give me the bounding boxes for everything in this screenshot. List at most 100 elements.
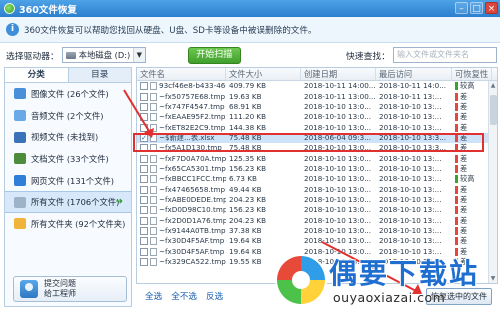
table-row[interactable]: ~fx9144A0TB.tmp 37.38 KB 2018-10-10 13:0..… bbox=[137, 226, 497, 236]
file-name: ~fx65CA5301.tmp bbox=[159, 163, 226, 173]
column-header[interactable]: 可恢复性 bbox=[452, 68, 492, 80]
file-name-cell: ~fxABE0DEDE.tmp bbox=[137, 195, 226, 205]
created-date: 2018-10-10 13:0... bbox=[304, 246, 372, 256]
recoverability-label: 差 bbox=[460, 112, 468, 122]
last-access: 2018-10-10 13:... bbox=[379, 257, 442, 267]
scroll-up-icon[interactable]: ▲ bbox=[489, 81, 497, 90]
file-icon bbox=[150, 237, 157, 246]
start-scan-button[interactable]: 开始扫描 bbox=[187, 46, 241, 64]
file-name-cell: ✓ ~$新建...表.xlsx bbox=[137, 133, 226, 143]
table-row[interactable]: ~fx30D4F5AF.tmp 19.64 KB 2018-10-10 13:0..… bbox=[137, 236, 497, 246]
sidebar-item-category[interactable]: 音频文件 (2个文件) bbox=[5, 105, 131, 127]
row-checkbox[interactable] bbox=[140, 164, 148, 173]
sidebar-item-category[interactable]: 图像文件 (26个文件) bbox=[5, 83, 131, 105]
maximize-button[interactable]: □ bbox=[470, 2, 483, 14]
column-header[interactable]: 文件大小 bbox=[226, 68, 301, 80]
table-row[interactable]: ~fx30D4F5AF.tmp 19.64 KB 2018-10-10 13:0..… bbox=[137, 247, 497, 257]
tab-category[interactable]: 分类 bbox=[5, 68, 69, 82]
row-checkbox[interactable] bbox=[140, 123, 148, 132]
sidebar-item-category[interactable]: 所有文件 (1706个文件) ➜ bbox=[5, 191, 131, 214]
tab-directory[interactable]: 目录 bbox=[68, 68, 131, 82]
file-table: 文件名文件大小创建日期最后访问可恢复性 93cf46e8-b433-4605..… bbox=[136, 67, 498, 284]
vertical-scrollbar[interactable]: ▲ ▼ bbox=[488, 81, 497, 283]
file-size: 49.44 KB bbox=[229, 184, 262, 194]
table-row[interactable]: ~fxEAAE95F2.tmp 111.20 KB 2018-10-10 13:0.… bbox=[137, 112, 497, 122]
row-checkbox[interactable] bbox=[140, 144, 148, 153]
sidebar-item-category[interactable]: 文档文件 (33个文件) bbox=[5, 148, 131, 170]
recover-selected-button[interactable]: 恢复选中的文件 bbox=[426, 288, 492, 305]
last-access: 2018-10-11 13:... bbox=[379, 91, 442, 101]
file-size: 6.73 KB bbox=[229, 174, 257, 184]
recoverability-bar bbox=[455, 216, 458, 225]
row-checkbox[interactable] bbox=[140, 113, 148, 122]
sidebar-item-category[interactable]: 视频文件 (未找到) bbox=[5, 126, 131, 148]
last-access: 2018-10-10 13:... bbox=[379, 122, 442, 132]
invert-selection-link[interactable]: 反选 bbox=[206, 290, 223, 302]
sidebar-item-category[interactable]: 所有文件夹 (92个文件夹) bbox=[5, 213, 131, 235]
row-checkbox[interactable] bbox=[140, 102, 148, 111]
quick-search-input[interactable]: 输入文件或文件夹名 bbox=[393, 47, 497, 63]
recoverability-bar bbox=[455, 102, 458, 111]
feedback-button[interactable]: 提交问题 给工程师 bbox=[13, 276, 127, 302]
column-header[interactable]: 创建日期 bbox=[301, 68, 376, 80]
row-checkbox[interactable] bbox=[140, 92, 148, 101]
row-checkbox[interactable] bbox=[140, 237, 148, 246]
close-button[interactable]: × bbox=[485, 2, 498, 14]
recoverability-label: 差 bbox=[460, 163, 468, 173]
table-row[interactable]: ~fxBBCC1FCC.tmp 6.73 KB 2018-10-10 13:0...… bbox=[137, 174, 497, 184]
row-checkbox[interactable] bbox=[140, 206, 148, 215]
table-row[interactable]: ~fxF7D0A70A.tmp 125.35 KB 2018-10-10 13:0.… bbox=[137, 153, 497, 163]
chevron-down-icon[interactable]: ▼ bbox=[132, 48, 145, 62]
scroll-down-icon[interactable]: ▼ bbox=[489, 274, 497, 283]
row-checkbox[interactable]: ✓ bbox=[140, 133, 148, 142]
sidebar-item-category[interactable]: 网页文件 (131个文件) bbox=[5, 170, 131, 192]
table-row[interactable]: ~fxABE0DEDE.tmp 204.23 KB 2018-10-10 13:0.… bbox=[137, 195, 497, 205]
file-name: ~fx47465658.tmp bbox=[159, 184, 226, 194]
category-label: 音频文件 (2个文件) bbox=[31, 110, 104, 121]
minimize-button[interactable]: – bbox=[455, 2, 468, 14]
table-row[interactable]: ~fx50757E68.tmp 19.63 KB 2018-10-11 13:00.… bbox=[137, 91, 497, 101]
table-row[interactable]: ~fx747F4547.tmp 68.91 KB 2018-10-10 13:0..… bbox=[137, 102, 497, 112]
row-checkbox[interactable] bbox=[140, 82, 148, 91]
row-checkbox[interactable] bbox=[140, 258, 148, 267]
scroll-thumb[interactable] bbox=[490, 95, 497, 125]
recoverability-label: 差 bbox=[460, 143, 468, 153]
column-header[interactable]: 最后访问 bbox=[376, 68, 452, 80]
column-header[interactable]: 文件名 bbox=[137, 68, 226, 80]
table-row[interactable]: ~fxD0D98C10.tmp 156.23 KB 2018-10-10 13:0.… bbox=[137, 205, 497, 215]
category-label: 视频文件 (未找到) bbox=[31, 132, 99, 143]
table-row[interactable]: ~fx2D0D1A76.tmp 204.23 KB 2018-10-10 13:0.… bbox=[137, 215, 497, 225]
recoverability-label: 差 bbox=[460, 153, 468, 163]
row-checkbox[interactable] bbox=[140, 195, 148, 204]
row-checkbox[interactable] bbox=[140, 185, 148, 194]
row-checkbox[interactable] bbox=[140, 216, 148, 225]
table-body: 93cf46e8-b433-4605...409.79 KB 2018-10-11… bbox=[137, 81, 497, 267]
webpage-icon bbox=[14, 175, 26, 187]
recoverability-cell: 差 bbox=[452, 216, 492, 226]
table-row[interactable]: ~fx5A1D130.tmp 75.48 KB 2018-10-10 13:0...… bbox=[137, 143, 497, 153]
recoverability-bar bbox=[455, 92, 458, 101]
row-checkbox[interactable] bbox=[140, 247, 148, 256]
file-icon bbox=[150, 123, 157, 132]
select-all-link[interactable]: 全选 bbox=[145, 290, 162, 302]
row-checkbox[interactable] bbox=[140, 226, 148, 235]
table-row[interactable]: ~fx47465658.tmp 49.44 KB 2018-10-10 13:0..… bbox=[137, 184, 497, 194]
file-size: 75.48 KB bbox=[229, 143, 262, 153]
table-row[interactable]: ✓ ~$新建...表.xlsx 75.48 KB 2018-06-04 09:3...… bbox=[137, 132, 497, 144]
file-name-cell: ~fx2D0D1A76.tmp bbox=[137, 216, 226, 226]
file-name-cell: ~fx30D4F5AF.tmp bbox=[137, 247, 226, 257]
row-checkbox[interactable] bbox=[140, 154, 148, 163]
row-checkbox[interactable] bbox=[140, 175, 148, 184]
feedback-text: 提交问题 给工程师 bbox=[44, 279, 76, 299]
last-access: 2018-10-10 13:... bbox=[379, 101, 442, 111]
table-row[interactable]: ~fx65CA5301.tmp 156.23 KB 2018-10-10 13:0.… bbox=[137, 164, 497, 174]
table-row[interactable]: 93cf46e8-b433-4605...409.79 KB 2018-10-11… bbox=[137, 81, 497, 91]
table-row[interactable]: ~fx329CA522.tmp 19.55 KB 2018-10-10 13:0..… bbox=[137, 257, 497, 267]
file-icon bbox=[150, 175, 157, 184]
table-row[interactable]: ~fxET82E2C9.tmp 144.38 KB 2018-10-10 13:0.… bbox=[137, 122, 497, 132]
select-none-link[interactable]: 全不选 bbox=[171, 290, 197, 302]
info-banner: i 360文件恢复可以帮助您找回从硬盘、U盘、SD卡等设备中被误删除的文件。 bbox=[0, 17, 500, 43]
quick-search-label: 快速查找： bbox=[346, 51, 390, 62]
drive-label: 选择驱动器： bbox=[6, 51, 59, 62]
drive-select[interactable]: 本地磁盘 (D:) ▼ bbox=[61, 47, 146, 63]
